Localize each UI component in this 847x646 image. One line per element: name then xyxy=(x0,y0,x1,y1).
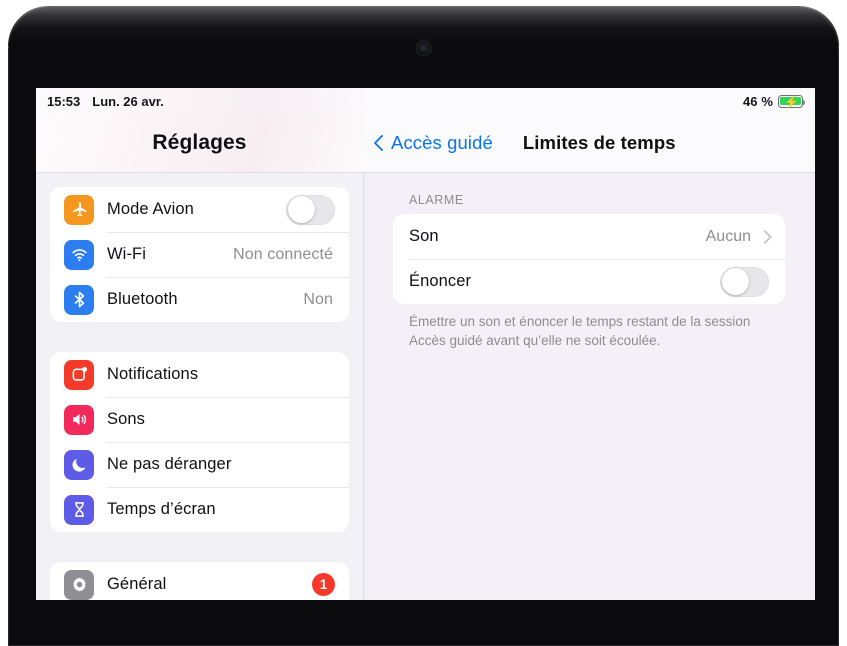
battery-icon: ⚡ xyxy=(778,94,806,109)
detail-title: Limites de temps xyxy=(522,132,676,153)
general-badge: 1 xyxy=(312,573,335,596)
back-button[interactable]: Accès guidé xyxy=(375,132,493,154)
status-time: 15:53 xyxy=(47,93,81,109)
sidebar-item-label: Wi-Fi xyxy=(107,245,146,263)
status-bar-left: 15:53 Lun. 26 avr. xyxy=(36,88,363,114)
chevron-left-icon xyxy=(375,134,386,153)
gear-icon xyxy=(64,569,94,600)
sidebar-item-temps-decran[interactable]: Temps d’écran xyxy=(50,487,349,532)
moon-icon xyxy=(64,449,94,480)
detail-body: ALARME Son Aucun Énoncer Émettre un son … xyxy=(363,173,815,600)
sidebar-item-bluetooth[interactable]: Bluetooth Non xyxy=(50,277,349,322)
detail-row-son[interactable]: Son Aucun xyxy=(393,214,785,259)
status-bar: 15:53 Lun. 26 avr. 46 % ⚡ xyxy=(36,88,815,114)
detail-row-label: Son xyxy=(409,227,439,245)
back-button-label: Accès guidé xyxy=(391,132,493,153)
sidebar-item-wifi[interactable]: Wi-Fi Non connecté xyxy=(50,232,349,277)
sidebar-item-label: Notifications xyxy=(107,365,199,383)
sidebar-item-label: Temps d’écran xyxy=(107,500,216,518)
split-view: Réglages Mode Avion Wi-Fi Non connecté B… xyxy=(36,114,815,600)
sidebar-group-connectivity: Mode Avion Wi-Fi Non connecté Bluetooth … xyxy=(50,187,349,322)
bluetooth-status-value: Non xyxy=(303,290,333,308)
ipad-screen: 15:53 Lun. 26 avr. 46 % ⚡ Réglages Mode … xyxy=(36,88,815,600)
detail-pane: Accès guidé Limites de temps ALARME Son … xyxy=(363,114,815,600)
sidebar-group-notifications: Notifications Sons Ne pas déranger Temps… xyxy=(50,352,349,532)
sidebar-item-ne-pas-deranger[interactable]: Ne pas déranger xyxy=(50,442,349,487)
chevron-right-icon xyxy=(760,229,769,244)
bluetooth-icon xyxy=(64,284,94,315)
toggle-knob xyxy=(287,196,315,223)
sidebar-item-notifications[interactable]: Notifications xyxy=(50,352,349,397)
section-header-alarme: ALARME xyxy=(409,193,464,207)
front-camera-icon xyxy=(417,42,430,55)
sidebar-item-label: Sons xyxy=(107,410,146,428)
ipad-device: 15:53 Lun. 26 avr. 46 % ⚡ Réglages Mode … xyxy=(0,0,847,646)
hourglass-icon xyxy=(64,494,94,525)
sidebar-item-label: Bluetooth xyxy=(107,290,178,308)
status-bar-right: 46 % ⚡ xyxy=(363,88,815,114)
detail-row-label: Énoncer xyxy=(409,272,472,290)
sidebar-item-sons[interactable]: Sons xyxy=(50,397,349,442)
toggle-knob xyxy=(721,268,749,295)
charging-bolt-icon: ⚡ xyxy=(784,94,799,109)
sidebar-item-mode-avion[interactable]: Mode Avion xyxy=(50,187,349,232)
notifications-icon xyxy=(64,359,94,390)
airplane-mode-toggle[interactable] xyxy=(286,194,335,225)
sidebar-scroll-area[interactable]: Mode Avion Wi-Fi Non connecté Bluetooth … xyxy=(36,173,363,600)
airplane-icon xyxy=(64,194,94,225)
wifi-status-value: Non connecté xyxy=(233,245,333,263)
alarm-settings-card: Son Aucun Énoncer xyxy=(393,214,785,304)
son-value: Aucun xyxy=(705,227,751,245)
detail-header: Accès guidé Limites de temps xyxy=(363,114,815,172)
sound-icon xyxy=(64,404,94,435)
sidebar-group-system: Général 1 xyxy=(50,562,349,600)
settings-sidebar: Réglages Mode Avion Wi-Fi Non connecté B… xyxy=(36,114,363,600)
sidebar-header: Réglages xyxy=(36,114,363,172)
sidebar-item-label: Général xyxy=(107,575,167,593)
wifi-icon xyxy=(64,239,94,270)
sidebar-item-label: Mode Avion xyxy=(107,200,194,218)
sidebar-item-label: Ne pas déranger xyxy=(107,455,232,473)
detail-row-enoncer[interactable]: Énoncer xyxy=(393,259,785,304)
enoncer-toggle[interactable] xyxy=(720,266,769,297)
status-date: Lun. 26 avr. xyxy=(92,93,164,109)
sidebar-item-general[interactable]: Général 1 xyxy=(50,562,349,600)
page-title: Réglages xyxy=(152,131,247,154)
alarm-footnote: Émettre un son et énoncer le temps resta… xyxy=(409,314,751,349)
device-bezel-highlight xyxy=(8,6,839,46)
battery-percent: 46 % xyxy=(742,93,773,109)
